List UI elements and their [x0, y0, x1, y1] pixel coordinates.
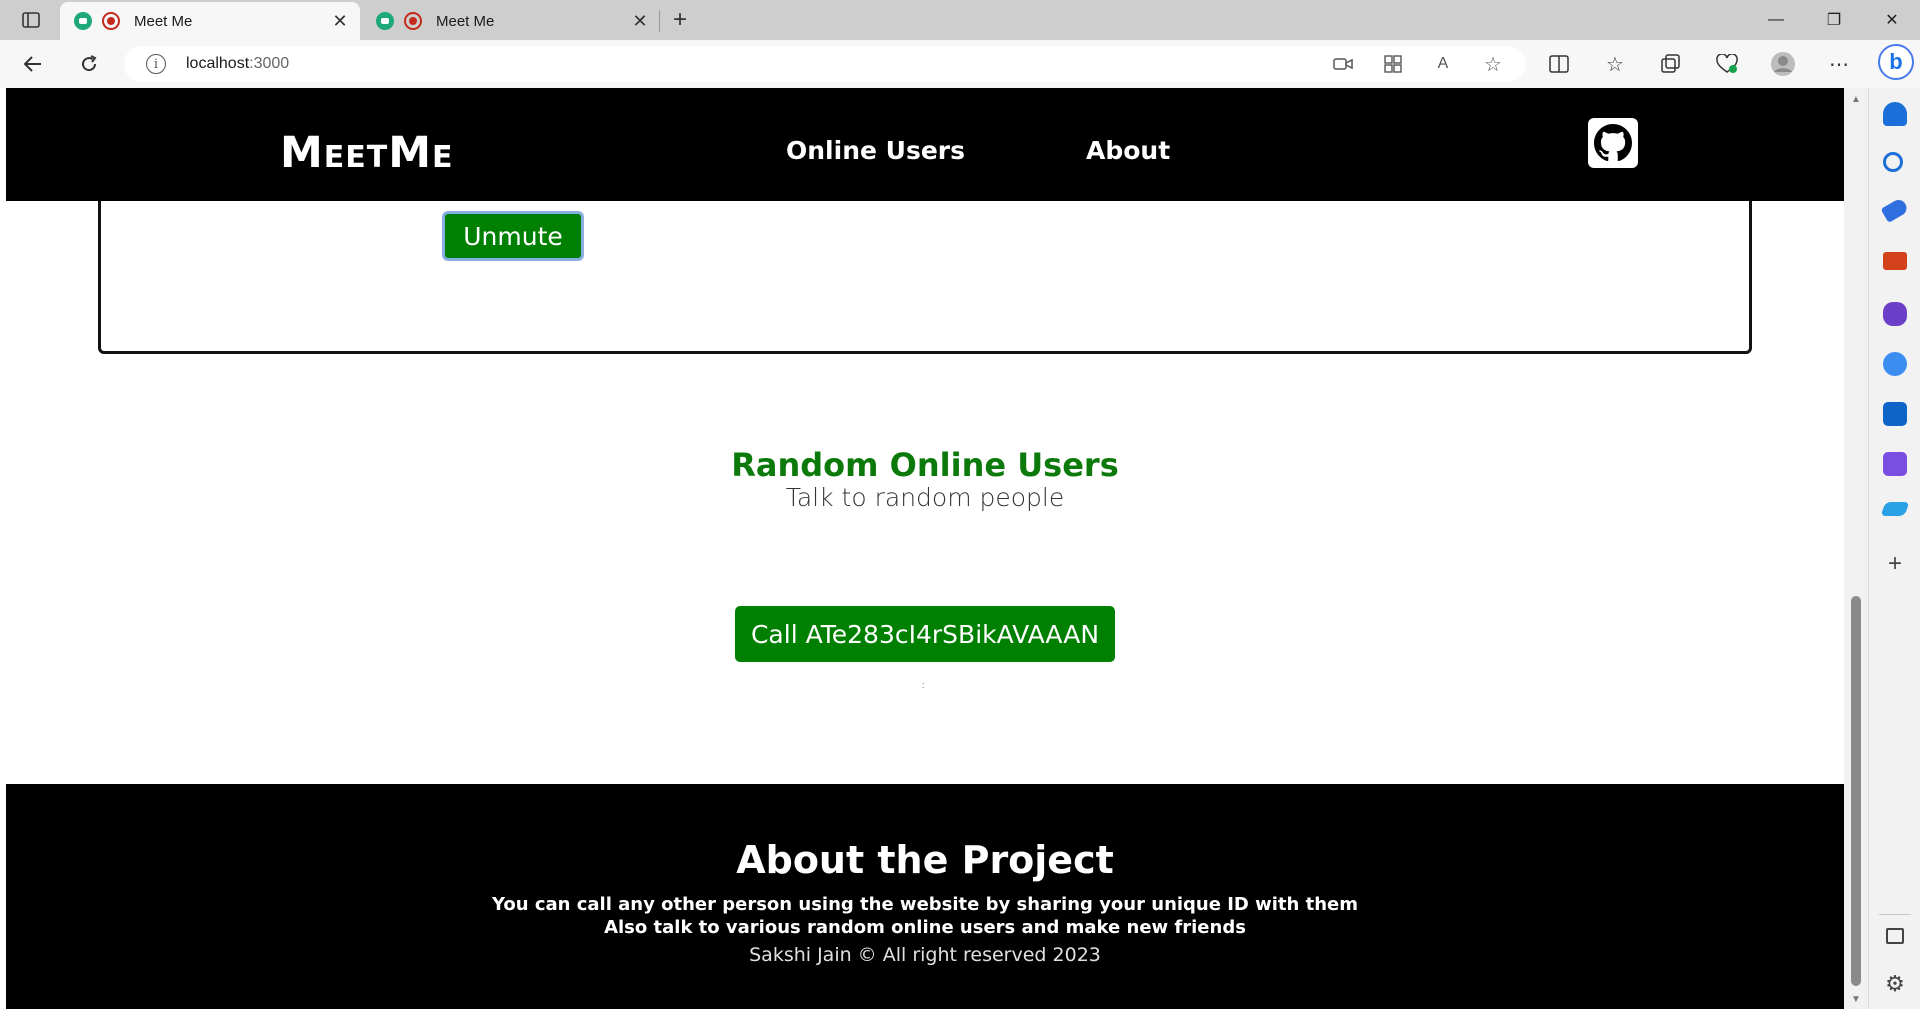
tab-title: Meet Me [436, 12, 495, 30]
split-screen-icon[interactable] [1542, 48, 1576, 80]
meet-favicon-icon [376, 12, 394, 30]
nav-online-users[interactable]: Online Users [786, 136, 965, 165]
favorite-star-icon[interactable]: ☆ [1480, 52, 1506, 76]
search-icon[interactable] [1883, 152, 1903, 172]
recording-icon [404, 12, 422, 30]
read-aloud-icon[interactable]: A [1430, 52, 1456, 76]
separator-mark: : [922, 680, 925, 690]
nav-about[interactable]: About [1086, 136, 1170, 165]
address-bar[interactable]: i localhost:3000 A ☆ [124, 46, 1526, 82]
bell-icon[interactable] [1883, 102, 1907, 126]
collections-icon[interactable] [1654, 48, 1688, 80]
site-info-icon[interactable]: i [146, 54, 166, 74]
settings-icon[interactable]: ⚙ [1883, 971, 1907, 996]
restore-button[interactable]: ❐ [1806, 0, 1862, 40]
games-icon[interactable] [1883, 302, 1907, 326]
tag-icon[interactable] [1880, 197, 1910, 223]
add-icon[interactable]: + [1883, 550, 1907, 577]
refresh-icon[interactable] [72, 48, 106, 80]
unmute-button[interactable]: Unmute [442, 211, 584, 261]
browser-toolbar: i localhost:3000 A ☆ ☆ ⋯ [0, 40, 1920, 88]
meet-favicon-icon [74, 12, 92, 30]
scroll-down-icon[interactable]: ▼ [1849, 992, 1863, 1006]
favorites-icon[interactable]: ☆ [1598, 48, 1632, 80]
edge-sidebar: + ⚙ [1868, 88, 1920, 1009]
back-arrow-icon[interactable] [16, 48, 50, 80]
split-panel-icon[interactable] [1886, 928, 1904, 944]
video-call-panel [98, 178, 1752, 354]
performance-icon[interactable] [1710, 48, 1744, 80]
m365-icon[interactable] [1883, 352, 1907, 376]
scroll-up-icon[interactable]: ▲ [1849, 92, 1863, 106]
github-icon[interactable] [1588, 118, 1638, 168]
call-user-button[interactable]: Call ATe283cI4rSBikAVAAAN [735, 606, 1115, 662]
random-users-subtitle: Talk to random people [785, 483, 1065, 512]
footer-line-2: Also talk to various random online users… [604, 917, 1246, 938]
url-host: localhost [186, 55, 250, 72]
new-tab-button[interactable]: + [666, 6, 694, 34]
site-footer: About the Project You can call any other… [6, 784, 1844, 1009]
close-window-button[interactable]: ✕ [1864, 0, 1920, 40]
footer-copyright: Sakshi Jain © All right reserved 2023 [749, 944, 1101, 966]
designer-icon[interactable] [1883, 452, 1907, 476]
footer-line-1: You can call any other person using the … [492, 894, 1358, 915]
outlook-icon[interactable] [1883, 402, 1907, 426]
url-text: localhost:3000 [186, 55, 289, 73]
close-tab-icon[interactable]: ✕ [326, 7, 354, 35]
profile-avatar[interactable] [1766, 48, 1800, 80]
url-port: :3000 [249, 55, 290, 72]
minimize-button[interactable]: — [1748, 0, 1804, 40]
send-icon[interactable] [1880, 502, 1910, 516]
copilot-icon[interactable]: b [1878, 44, 1914, 80]
footer-title: About the Project [736, 838, 1114, 882]
site-logo[interactable]: MeetMe [280, 128, 454, 178]
recording-icon [102, 12, 120, 30]
site-navbar: MeetMe Online Users About [6, 88, 1844, 201]
tab-divider [659, 10, 660, 32]
tab-meet-me-2[interactable]: Meet Me ✕ [362, 2, 660, 40]
tab-actions-icon[interactable] [14, 8, 48, 32]
camera-icon[interactable] [1330, 52, 1356, 76]
random-users-title: Random Online Users [731, 446, 1119, 484]
tab-title: Meet Me [134, 12, 193, 30]
more-options-icon[interactable]: ⋯ [1822, 48, 1856, 80]
app-available-icon[interactable] [1380, 52, 1406, 76]
page-viewport: Unmute MeetMe Online Users About Random … [6, 88, 1844, 1009]
toolbox-icon[interactable] [1883, 252, 1907, 270]
tab-strip: Meet Me ✕ Meet Me ✕ + — ❐ ✕ [0, 0, 1920, 40]
close-tab-icon[interactable]: ✕ [626, 7, 654, 35]
tab-meet-me-1[interactable]: Meet Me ✕ [60, 2, 360, 40]
sidebar-divider [1879, 914, 1911, 915]
scrollbar-thumb[interactable] [1851, 596, 1861, 986]
